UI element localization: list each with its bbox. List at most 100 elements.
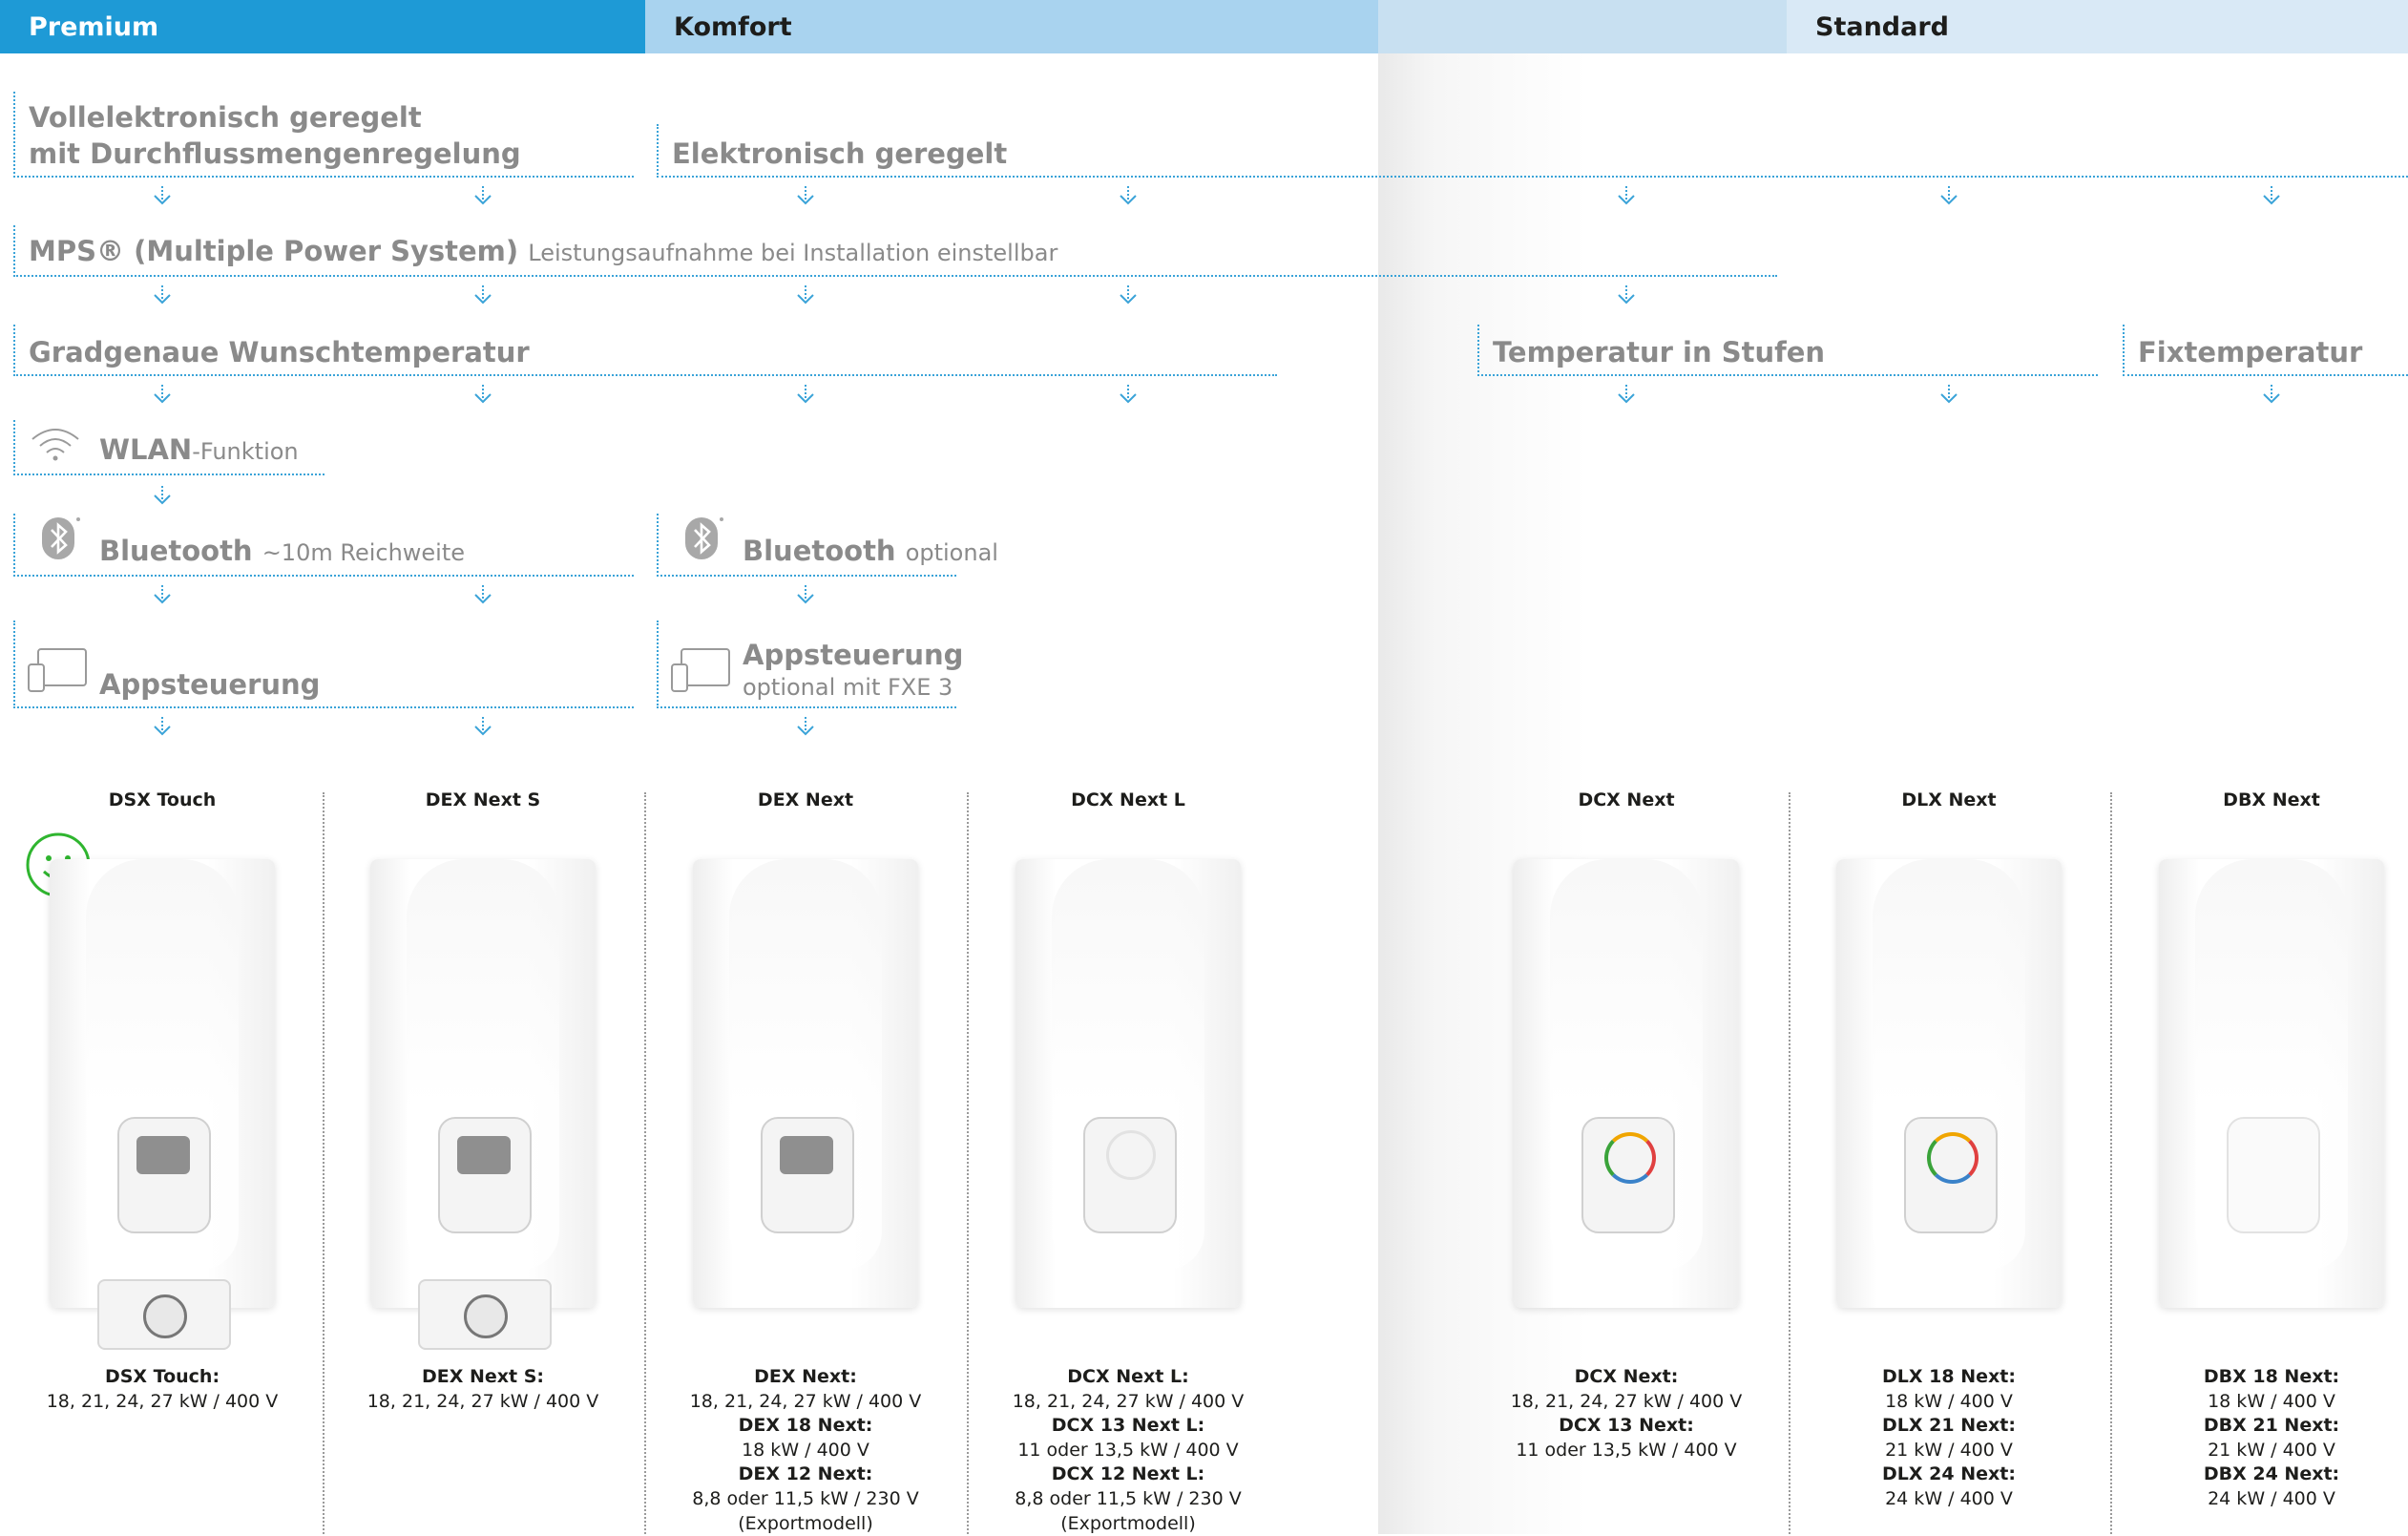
spec-model-label: DEX 12 Next: [738,1463,873,1485]
arrow-down-icon [795,584,816,605]
spec-value: 8,8 oder 11,5 kW / 230 V [692,1487,919,1509]
product-image [1514,859,1739,1308]
spec-value: 18, 21, 24, 27 kW / 400 V [46,1390,279,1412]
spec-value: 18 kW / 400 V [1885,1390,2013,1412]
arrow-down-icon [795,284,816,305]
wifi-icon [29,426,82,471]
spec-value: 11 oder 13,5 kW / 400 V [1017,1439,1239,1461]
category-komfort: Komfort [645,0,1378,53]
product-image [693,859,918,1308]
spec-model-label: DEX 18 Next: [738,1415,873,1437]
arrow-down-icon [152,716,173,737]
feature-bluetooth-full: Bluetooth ~10m Reichweite [13,514,634,577]
feature-appsteuerung-optional-line1: Appsteuerung [743,639,964,671]
product-title: DLX Next [1901,789,1997,810]
feature-appsteuerung-optional: Appsteuerung optional mit FXE 3 [657,621,963,708]
product-title: DBX Next [2223,789,2320,810]
product-spec: DCX Next: 18, 21, 24, 27 kW / 400 V DCX 13… [1469,1365,1784,1462]
spec-value: 18 kW / 400 V [742,1439,869,1461]
feature-elektronisch-edge [657,124,659,178]
feature-bluetooth-optional-bold: Bluetooth [743,535,896,567]
product-spec: DEX Next S: 18, 21, 24, 27 kW / 400 V [325,1365,640,1414]
spec-model-label: DCX 12 Next L: [1051,1463,1205,1485]
feature-appsteuerung: Appsteuerung [13,621,634,708]
remote-control-image [418,1279,552,1350]
spec-model-label: DEX Next S: [421,1366,545,1387]
product-image [1836,859,2062,1308]
spec-value: (Exportmodell) [738,1512,873,1534]
tablet-phone-icon [670,645,733,700]
feature-bluetooth-optional: Bluetooth optional [657,514,998,577]
arrow-down-icon [472,716,493,737]
spec-value: 18, 21, 24, 27 kW / 400 V [1510,1390,1743,1412]
spec-model-label: DCX 13 Next: [1559,1415,1694,1437]
feature-bluetooth-full-bold: Bluetooth [99,535,253,567]
product-title: DSX Touch [108,789,217,810]
product-spec: DCX Next L: 18, 21, 24, 27 kW / 400 V DCX … [971,1365,1286,1536]
control-panel [2227,1117,2320,1233]
feature-appsteuerung-optional-line2: optional mit FXE 3 [743,674,953,701]
category-premium-label: Premium [29,11,159,42]
arrow-down-icon [472,284,493,305]
spec-model-label: DCX Next L: [1067,1366,1189,1387]
spec-value: 24 kW / 400 V [2208,1487,2335,1509]
feature-temperatur-stufen: Temperatur in Stufen [1477,325,2098,376]
spec-value: 21 kW / 400 V [2208,1439,2335,1461]
arrow-down-icon [152,185,173,206]
arrow-down-icon [472,584,493,605]
product-image [2159,859,2384,1308]
category-band-spacer [1378,0,1787,53]
column-separator [2110,792,2112,1534]
spec-model-label: DLX 21 Next: [1882,1415,2016,1437]
feature-wlan-light: -Funktion [192,438,299,465]
arrow-down-icon [1118,284,1139,305]
product-spec: DBX 18 Next: 18 kW / 400 V DBX 21 Next: 21 … [2114,1365,2408,1512]
spec-model-label: DEX Next: [754,1366,857,1387]
product-title: DEX Next S [425,789,541,810]
arrow-down-icon [472,384,493,405]
column-separator [1789,792,1790,1534]
control-panel [438,1117,532,1233]
spec-value: 18, 21, 24, 27 kW / 400 V [1012,1390,1245,1412]
product-image [50,859,275,1308]
product-spec: DEX Next: 18, 21, 24, 27 kW / 400 V DEX 18… [648,1365,963,1536]
arrow-down-icon [1938,384,1959,405]
arrow-down-icon [795,716,816,737]
remote-control-image [97,1279,231,1350]
product-image [370,859,596,1308]
spec-model-label: DCX 13 Next L: [1051,1415,1205,1437]
arrow-down-icon [152,485,173,506]
feature-wlan: WLAN-Funktion [13,420,325,475]
product-title: DEX Next [757,789,854,810]
column-separator [967,792,969,1534]
category-komfort-label: Komfort [674,11,792,42]
arrow-down-icon [152,384,173,405]
category-standard: Standard [1787,0,2408,53]
feature-fixtemperatur: Fixtemperatur [2123,325,2408,376]
control-panel [117,1117,211,1233]
feature-gradgenau: Gradgenaue Wunschtemperatur [13,325,1277,376]
spec-value: (Exportmodell) [1060,1512,1196,1534]
feature-vollelektronisch: Vollelektronisch geregelt mit Durchfluss… [13,92,634,178]
product-spec: DSX Touch: 18, 21, 24, 27 kW / 400 V [5,1365,320,1414]
arrow-down-icon [1118,185,1139,206]
arrow-down-icon [795,384,816,405]
product-title: DCX Next [1578,789,1675,810]
spec-model-label: DLX 24 Next: [1882,1463,2016,1485]
feature-fixtemperatur-label: Fixtemperatur [2138,336,2363,368]
control-panel [1904,1117,1998,1233]
arrow-down-icon [1938,185,1959,206]
spec-value: 18, 21, 24, 27 kW / 400 V [366,1390,599,1412]
arrow-down-icon [1118,384,1139,405]
feature-mps-bold: MPS® (Multiple Power System) [29,235,519,267]
feature-temperatur-stufen-label: Temperatur in Stufen [1493,336,1826,368]
feature-appsteuerung-label: Appsteuerung [99,668,321,701]
category-standard-label: Standard [1815,11,1949,42]
tablet-phone-icon [27,645,90,700]
spec-model-label: DCX Next: [1574,1366,1679,1387]
bluetooth-icon [40,516,82,570]
product-spec: DLX 18 Next: 18 kW / 400 V DLX 21 Next: 21 … [1791,1365,2106,1512]
column-separator [644,792,646,1534]
spec-model-label: DLX 18 Next: [1882,1366,2016,1387]
arrow-down-icon [2261,185,2282,206]
